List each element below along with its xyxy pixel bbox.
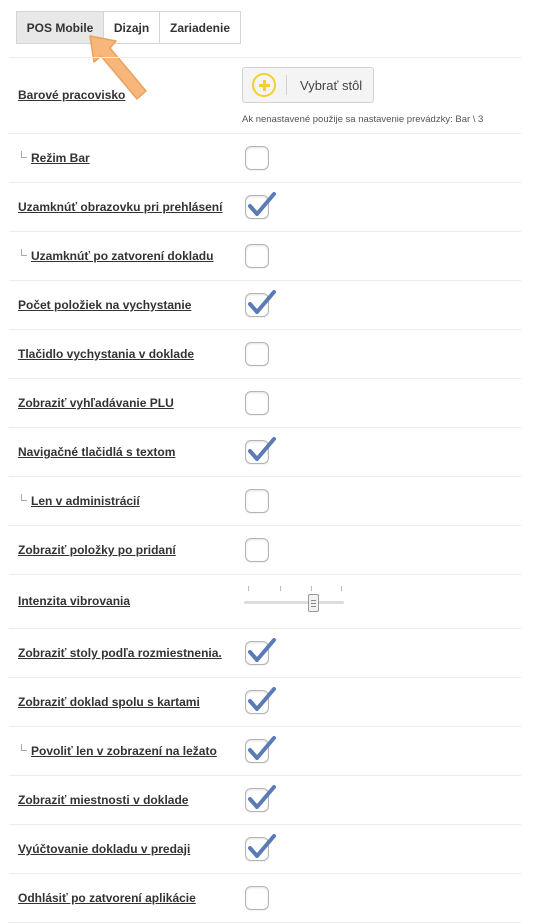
sub-setting-corner-icon — [21, 151, 27, 158]
vibration-slider[interactable] — [244, 585, 346, 615]
workplace-label[interactable]: Barové pracovisko — [18, 88, 125, 102]
slider-tick — [311, 586, 312, 591]
setting-row: Odhlásiť po zatvorení aplikácie — [9, 874, 521, 923]
setting-row: Zobraziť miestnosti v doklade — [9, 776, 521, 825]
sub-setting-corner-icon — [21, 494, 27, 501]
setting-row: Vyúčtovanie dokladu v predaji — [9, 825, 521, 874]
setting-label[interactable]: Zobraziť miestnosti v doklade — [18, 793, 188, 807]
setting-label[interactable]: Zobraziť doklad spolu s kartami — [18, 695, 200, 709]
setting-label[interactable]: Odhlásiť po zatvorení aplikácie — [18, 891, 196, 905]
setting-label[interactable]: Povoliť len v zobrazení na ležato — [31, 744, 217, 758]
setting-row: Zobraziť doklad spolu s kartami — [9, 678, 521, 727]
setting-label[interactable]: Uzamknúť obrazovku pri prehlásení — [18, 200, 222, 214]
setting-label[interactable]: Počet položiek na vychystanie — [18, 298, 191, 312]
setting-checkbox[interactable] — [245, 342, 269, 366]
setting-label[interactable]: Uzamknúť po zatvorení dokladu — [31, 249, 213, 263]
setting-row: Zobraziť vyhľadávanie PLU — [9, 379, 521, 428]
vibration-label[interactable]: Intenzita vibrovania — [18, 594, 130, 608]
sub-setting-corner-icon — [21, 744, 27, 751]
setting-checkbox[interactable] — [245, 736, 276, 763]
setting-row: Povoliť len v zobrazení na ležato — [9, 727, 521, 776]
check-icon — [248, 290, 276, 314]
button-separator — [286, 75, 287, 95]
setting-checkbox[interactable] — [245, 538, 269, 562]
select-table-button[interactable]: Vybrať stôl — [242, 67, 374, 103]
setting-checkbox[interactable] — [245, 437, 276, 464]
setting-checkbox[interactable] — [245, 489, 269, 513]
slider-thumb[interactable] — [308, 594, 319, 612]
setting-row: Režim Bar — [9, 134, 521, 183]
setting-label[interactable]: Navigačné tlačidlá s textom — [18, 445, 175, 459]
check-icon — [248, 192, 276, 216]
check-icon — [248, 785, 276, 809]
setting-row: Uzamknúť obrazovku pri prehlásení — [9, 183, 521, 232]
slider-tick — [341, 586, 342, 591]
check-icon — [248, 638, 276, 662]
slider-tick — [280, 586, 281, 591]
workplace-row: Barové pracovisko Vybrať stôl Ak nenasta… — [9, 57, 521, 134]
tab-zariadenie[interactable]: Zariadenie — [159, 11, 241, 44]
vibration-row: Intenzita vibrovania — [9, 575, 521, 629]
setting-checkbox[interactable] — [245, 785, 276, 812]
setting-row: Zobraziť stoly podľa rozmiestnenia. — [9, 629, 521, 678]
setting-checkbox[interactable] — [245, 687, 276, 714]
sub-setting-corner-icon — [21, 249, 27, 256]
setting-checkbox[interactable] — [245, 192, 276, 219]
setting-label[interactable]: Zobraziť stoly podľa rozmiestnenia. — [18, 646, 222, 660]
setting-checkbox[interactable] — [245, 391, 269, 415]
setting-label[interactable]: Len v administrácií — [31, 494, 140, 508]
check-icon — [248, 736, 276, 760]
check-icon — [248, 687, 276, 711]
setting-checkbox[interactable] — [245, 834, 276, 861]
workplace-hint: Ak nenastavené použije sa nastavenie pre… — [242, 114, 484, 125]
setting-row: Navigačné tlačidlá s textom — [9, 428, 521, 477]
slider-tick — [248, 586, 249, 591]
setting-label[interactable]: Zobraziť položky po pridaní — [18, 543, 176, 557]
setting-label[interactable]: Režim Bar — [31, 151, 90, 165]
setting-row: Tlačidlo vychystania v doklade — [9, 330, 521, 379]
setting-label[interactable]: Tlačidlo vychystania v doklade — [18, 347, 194, 361]
check-icon — [248, 437, 276, 461]
setting-row: Zobraziť položky po pridaní — [9, 526, 521, 575]
setting-label[interactable]: Zobraziť vyhľadávanie PLU — [18, 396, 174, 410]
slider-track — [244, 601, 344, 604]
select-table-label: Vybrať stôl — [300, 77, 363, 93]
setting-row: Počet položiek na vychystanie — [9, 281, 521, 330]
plus-icon — [252, 73, 276, 97]
setting-checkbox[interactable] — [245, 146, 269, 170]
setting-checkbox[interactable] — [245, 290, 276, 317]
setting-row: Len v administrácií — [9, 477, 521, 526]
setting-checkbox[interactable] — [245, 886, 269, 910]
check-icon — [248, 834, 276, 858]
setting-checkbox[interactable] — [245, 244, 269, 268]
setting-label[interactable]: Vyúčtovanie dokladu v predaji — [18, 842, 190, 856]
setting-checkbox[interactable] — [245, 638, 276, 665]
setting-row: Uzamknúť po zatvorení dokladu — [9, 232, 521, 281]
